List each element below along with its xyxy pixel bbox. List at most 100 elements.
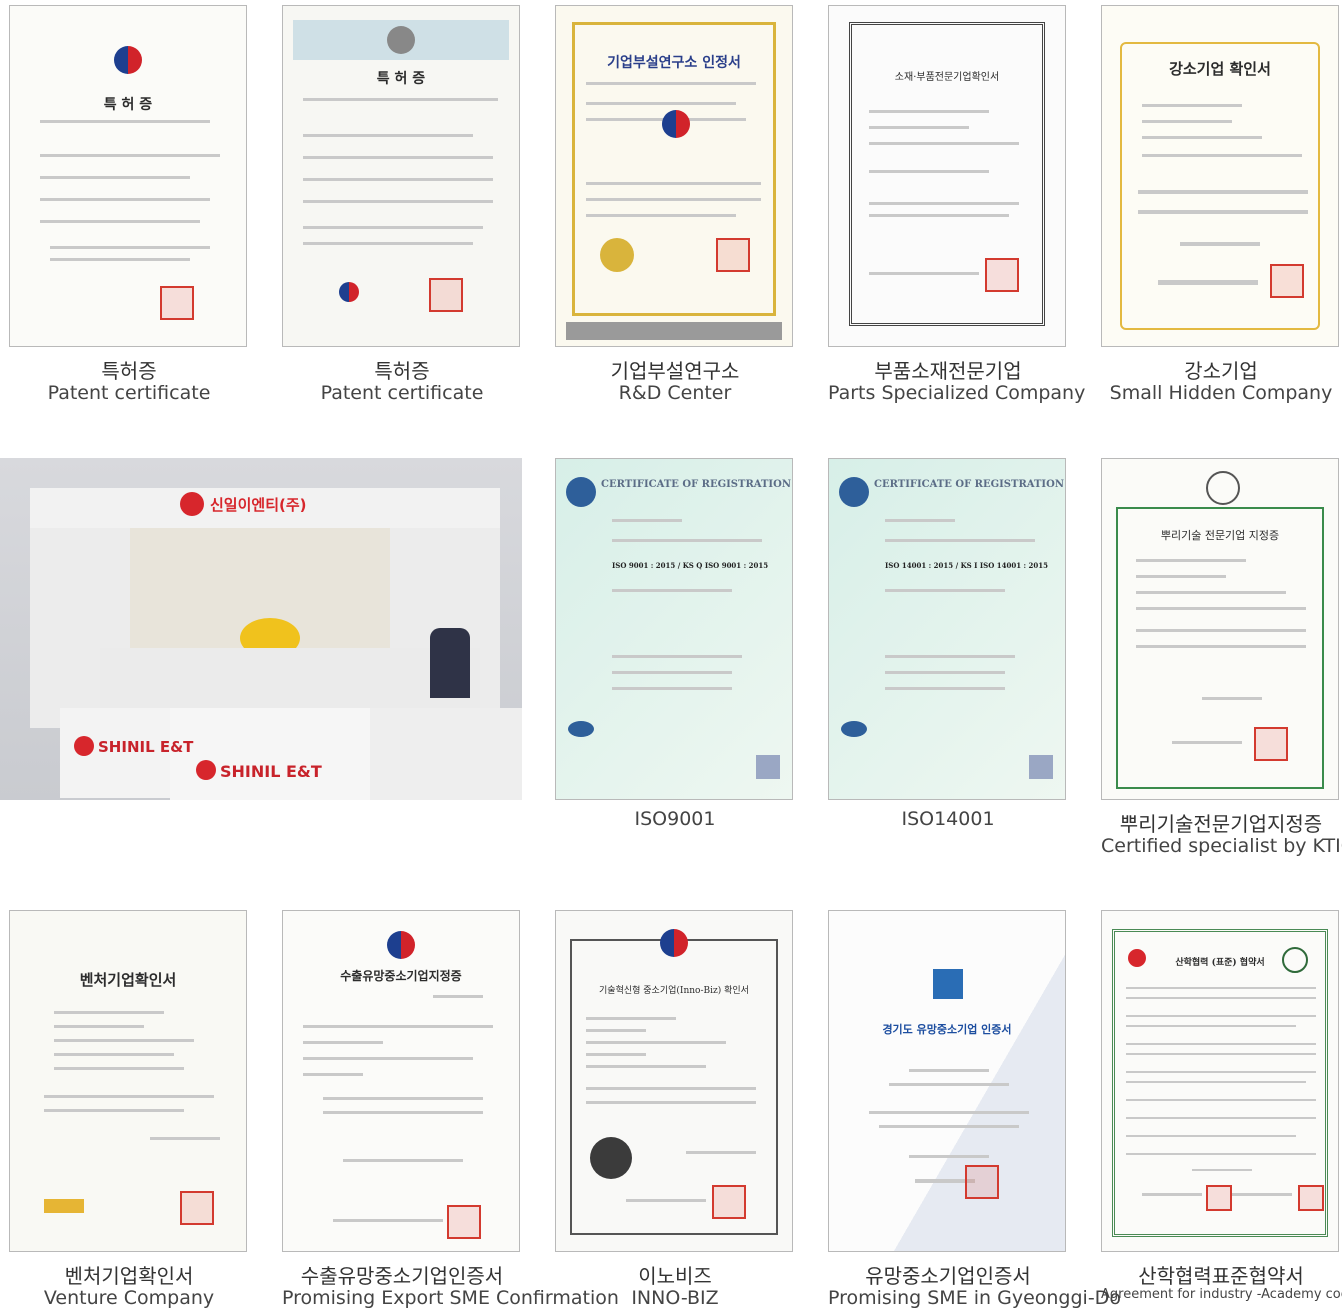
cert-iso14001[interactable]: CERTIFICATE OF REGISTRATION ISO 14001 : …	[828, 458, 1068, 830]
cert-thumbnail[interactable]: 강소기업 확인서	[1101, 5, 1339, 347]
cert-small-hidden[interactable]: 강소기업 확인서 강소기업 Small Hidden Company	[1101, 5, 1341, 404]
cert-thumbnail[interactable]: CERTIFICATE OF REGISTRATION ISO 14001 : …	[828, 458, 1066, 800]
red-seal-icon	[429, 278, 463, 312]
caption-ko: 이노비즈	[638, 1264, 712, 1288]
cert-venture[interactable]: 벤처기업확인서 벤처기업확인서 Venture Company	[9, 910, 249, 1309]
cert-thumbnail[interactable]: 수출유망중소기업지정증	[282, 910, 520, 1252]
doc-heading: 경기도 유망중소기업 인증서	[882, 1023, 1012, 1036]
kibo-logo-icon	[44, 1199, 84, 1213]
booth-brand: 신일이엔티(주)	[210, 496, 307, 514]
cert-thumbnail[interactable]: 기업부설연구소 인정서	[555, 5, 793, 347]
red-seal-icon	[1270, 264, 1304, 298]
cert-patent-1[interactable]: 특 허 증 특허증 Patent certificate	[9, 5, 249, 404]
caption-ko: 뿌리기술전문기업지정증	[1119, 812, 1323, 836]
caption-en: Venture Company	[43, 1287, 215, 1309]
cert-thumbnail[interactable]: 벤처기업확인서	[9, 910, 247, 1252]
cert-gyeonggi-sme[interactable]: 경기도 유망중소기업 인증서 유망중소기업인증서 Promising SME i…	[828, 910, 1121, 1309]
doc-heading: 수출유망중소기업지정증	[340, 969, 462, 983]
red-seal-icon	[712, 1185, 746, 1219]
red-seal-icon	[716, 238, 750, 272]
ministry-emblem-icon	[387, 931, 415, 959]
cert-thumbnail[interactable]: 기술혁신형 중소기업(Inno-Biz) 확인서	[555, 910, 793, 1252]
cert-thumbnail[interactable]: 경기도 유망중소기업 인증서	[828, 910, 1066, 1252]
cert-parts-specialized[interactable]: 소재·부품전문기업확인서 부품소재전문기업 Parts Specialized …	[828, 5, 1085, 404]
caption-en: Parts Specialized Company	[828, 382, 1086, 404]
red-seal-icon	[447, 1205, 481, 1239]
iic-logo-icon	[839, 477, 869, 507]
cert-export-sme[interactable]: 수출유망중소기업지정증 수출유망중소기업인증서 Promising Export…	[282, 910, 619, 1309]
caption-en: Promising Export SME Confirmation	[282, 1287, 619, 1309]
cert-root-technology[interactable]: 뿌리기술 전문기업 지정증 뿌리기술전문기업지정증 Certified spec…	[1101, 458, 1342, 857]
doc-heading: CERTIFICATE OF REGISTRATION	[874, 479, 1064, 490]
cert-thumbnail[interactable]: 소재·부품전문기업확인서	[828, 5, 1066, 347]
ministry-emblem-icon	[662, 110, 690, 138]
cert-patent-2[interactable]: 특 허 증 특허증 Patent certificate	[282, 5, 522, 404]
patent-emblem-icon	[387, 26, 415, 54]
caption-en: Small Hidden Company	[1109, 382, 1333, 404]
caption-en: Patent certificate	[47, 382, 211, 404]
caption-en: Promising SME in Gyeonggi-Do	[828, 1287, 1121, 1309]
doc-heading: 특 허 증	[376, 71, 426, 87]
caption-en: Agreement for industry -Academy cooperat…	[1101, 1287, 1342, 1302]
caption-ko: 부품소재전문기업	[874, 359, 1022, 383]
caption-en: R&D Center	[618, 382, 732, 404]
caption-en: ISO9001	[634, 808, 716, 830]
gold-seal-icon	[590, 1137, 632, 1179]
doc-heading: 뿌리기술 전문기업 지정증	[1160, 529, 1280, 542]
doc-standard: ISO 9001 : 2015 / KS Q ISO 9001 : 2015	[612, 561, 769, 570]
brand-logo-icon	[180, 492, 204, 516]
mugunghwa-emblem-icon	[1206, 471, 1240, 505]
booth-sign-1: SHINIL E&T	[98, 738, 194, 756]
caption-ko: 벤처기업확인서	[64, 1264, 194, 1288]
cert-thumbnail[interactable]: 특 허 증	[9, 5, 247, 347]
caption-ko: 강소기업	[1184, 359, 1258, 383]
red-seal-icon	[1206, 1185, 1232, 1211]
exhibition-booth-photo: 신일이엔티(주) SHINIL E&T SHINIL E&T	[0, 458, 522, 800]
caption-ko: 기업부설연구소	[610, 359, 740, 383]
qr-code-icon	[756, 755, 780, 779]
best-value-logo-icon	[933, 969, 963, 999]
red-seal-icon	[1298, 1185, 1324, 1211]
doc-standard: ISO 14001 : 2015 / KS I ISO 14001 : 2015	[885, 561, 1049, 570]
caption-en: INNO-BIZ	[631, 1287, 719, 1309]
booth-sign-2: SHINIL E&T	[220, 762, 322, 781]
doc-heading: 기업부설연구소 인정서	[607, 55, 741, 71]
cert-thumbnail[interactable]: 산학협력 (표준) 협약서	[1101, 910, 1339, 1252]
booth-logo-icon	[74, 736, 94, 756]
patent-emblem-icon	[114, 46, 142, 74]
patent-logo-icon	[339, 282, 359, 302]
caption-ko: 수출유망중소기업인증서	[300, 1264, 504, 1288]
caption-ko: 특허증	[101, 359, 157, 383]
booth-logo-icon	[196, 760, 216, 780]
caption-en: Patent certificate	[320, 382, 484, 404]
iaf-logo-icon	[568, 721, 594, 737]
red-seal-icon	[160, 286, 194, 320]
iic-logo-icon	[566, 477, 596, 507]
iaf-logo-icon	[841, 721, 867, 737]
qr-code-icon	[1029, 755, 1053, 779]
cert-thumbnail[interactable]: 특 허 증	[282, 5, 520, 347]
cert-industry-academy[interactable]: 산학협력 (표준) 협약서 산학협력표준협약서 Agreement for in…	[1101, 910, 1342, 1302]
doc-heading: 기술혁신형 중소기업(Inno-Biz) 확인서	[599, 986, 749, 996]
caption-ko: 유망중소기업인증서	[865, 1264, 1031, 1288]
caption-en: Certified specialist by KTIC	[1101, 835, 1342, 857]
school-emblem-icon	[1282, 947, 1308, 973]
red-seal-icon	[180, 1191, 214, 1225]
doc-heading: 벤처기업확인서	[79, 971, 177, 989]
kpita-logo-icon	[600, 238, 634, 272]
doc-heading: 특 허 증	[103, 97, 153, 113]
ministry-emblem-icon	[660, 929, 688, 957]
cert-rnd-center[interactable]: 기업부설연구소 인정서 기업부설연구소 R&D Center	[555, 5, 795, 404]
cert-thumbnail[interactable]: 뿌리기술 전문기업 지정증	[1101, 458, 1339, 800]
doc-heading: 소재·부품전문기업확인서	[894, 72, 1000, 83]
caption-ko: 특허증	[374, 359, 430, 383]
cert-innobiz[interactable]: 기술혁신형 중소기업(Inno-Biz) 확인서 이노비즈 INNO-BIZ	[555, 910, 795, 1309]
caption-en: ISO14001	[901, 808, 995, 830]
doc-heading: CERTIFICATE OF REGISTRATION	[601, 479, 791, 490]
cert-thumbnail[interactable]: CERTIFICATE OF REGISTRATION ISO 9001 : 2…	[555, 458, 793, 800]
cert-iso9001[interactable]: CERTIFICATE OF REGISTRATION ISO 9001 : 2…	[555, 458, 795, 830]
doc-heading: 강소기업 확인서	[1169, 60, 1271, 78]
caption-ko: 산학협력표준협약서	[1138, 1264, 1304, 1288]
red-seal-icon	[965, 1165, 999, 1199]
red-seal-icon	[1254, 727, 1288, 761]
